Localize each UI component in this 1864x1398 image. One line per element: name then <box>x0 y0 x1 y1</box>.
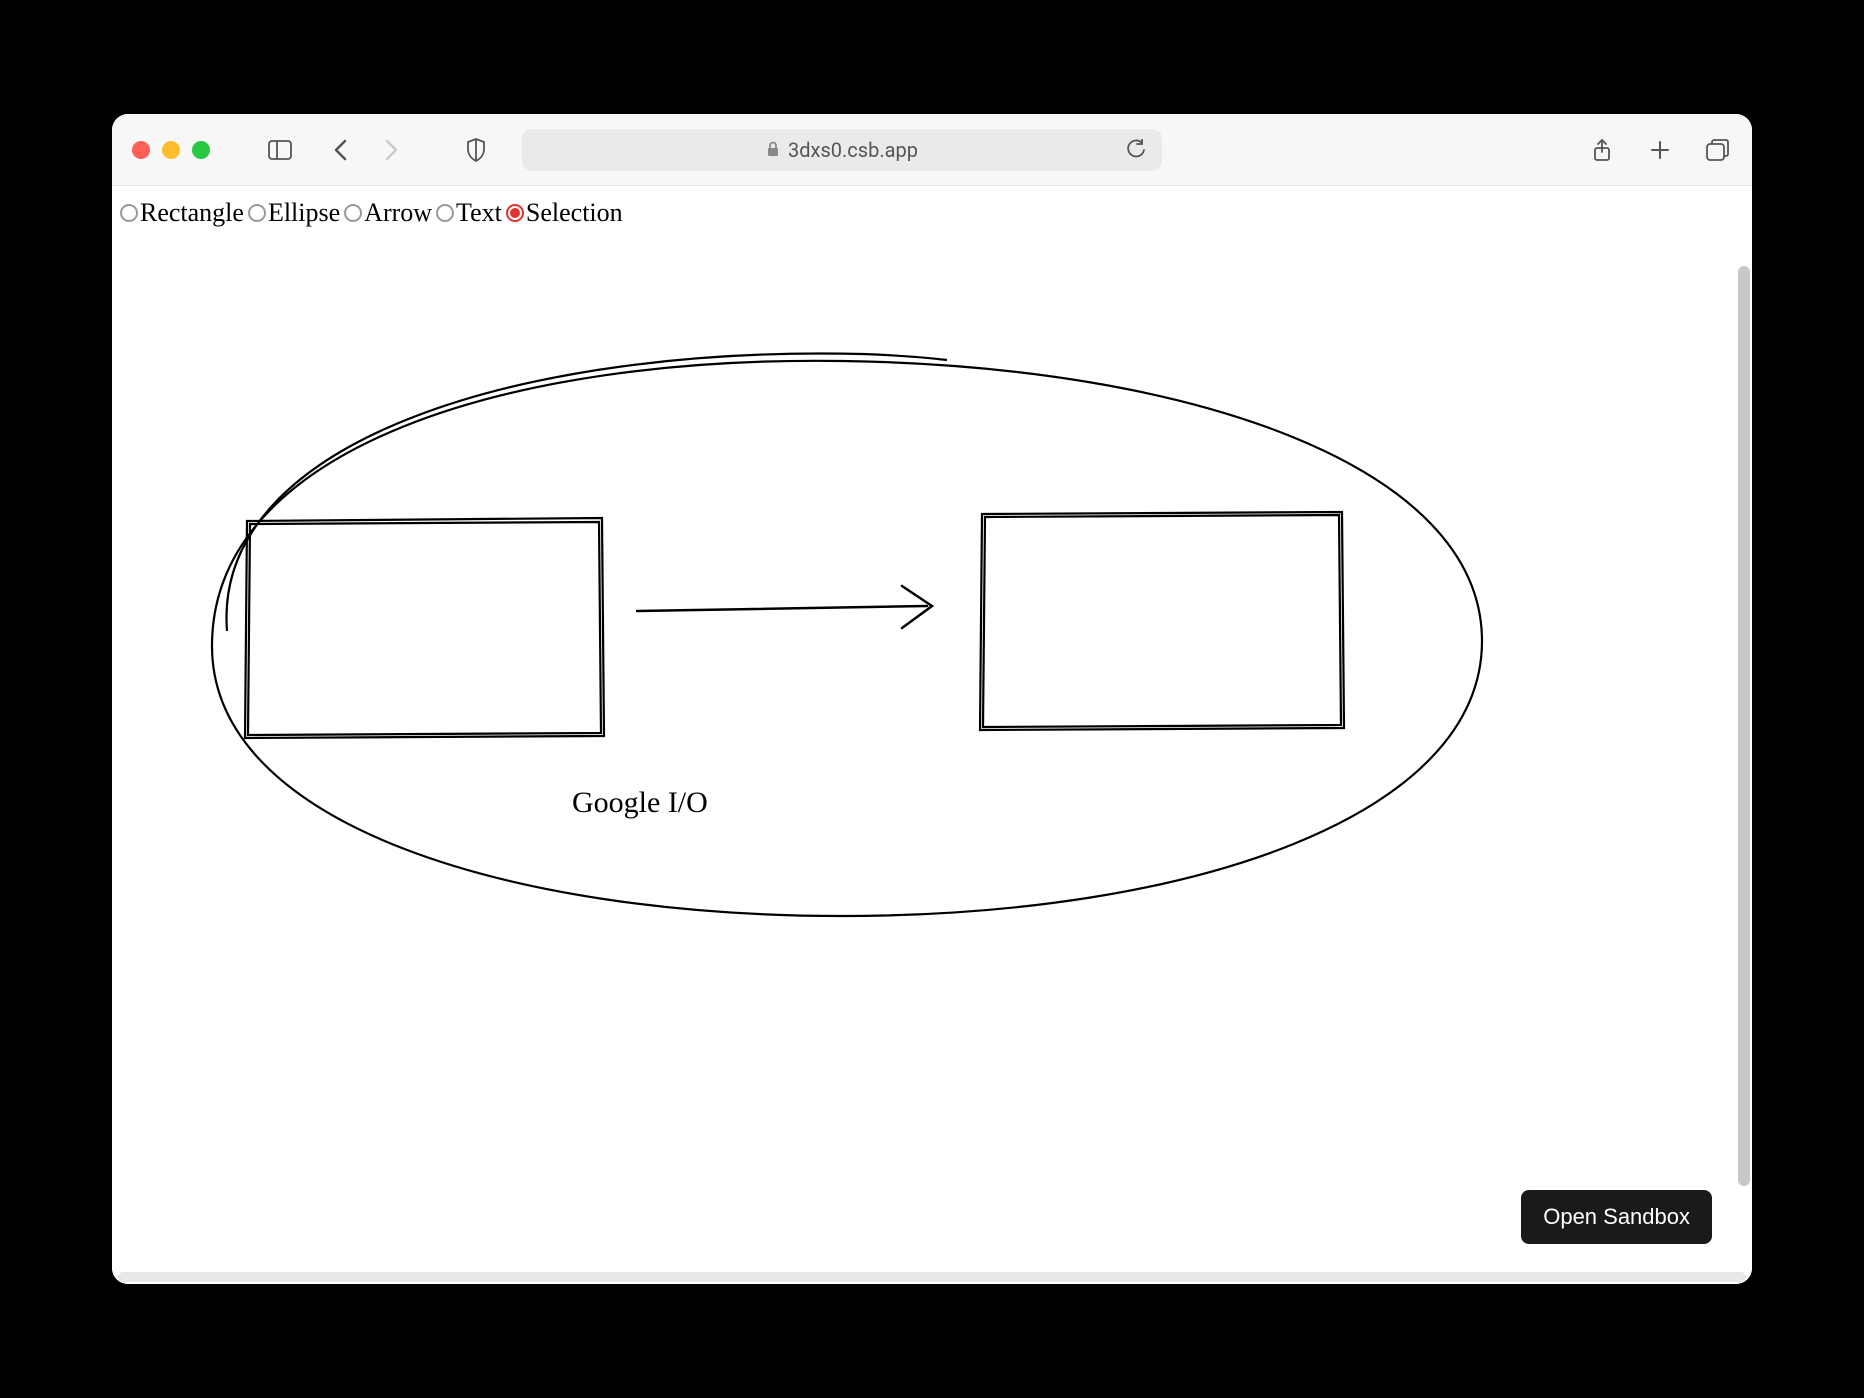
canvas-text[interactable]: Google I/O <box>572 786 708 820</box>
close-button[interactable] <box>132 141 150 159</box>
tool-label: Text <box>456 198 502 228</box>
address-bar[interactable]: 3dxs0.csb.app <box>522 129 1162 171</box>
radio-icon <box>506 204 524 222</box>
shape-rectangle-left[interactable] <box>245 518 604 738</box>
content-area: Rectangle Ellipse Arrow Text Selection <box>112 186 1752 1284</box>
maximize-button[interactable] <box>192 141 210 159</box>
tool-rectangle[interactable]: Rectangle <box>120 198 244 228</box>
tool-label: Ellipse <box>268 198 340 228</box>
reload-icon[interactable] <box>1122 136 1150 164</box>
tool-label: Rectangle <box>140 198 244 228</box>
radio-icon <box>120 204 138 222</box>
shape-arrow[interactable] <box>637 586 932 628</box>
scrollbar-horizontal[interactable] <box>118 1272 1746 1282</box>
lock-icon <box>766 138 780 162</box>
browser-window: 3dxs0.csb.app <box>112 114 1752 1284</box>
tool-toolbar: Rectangle Ellipse Arrow Text Selection <box>112 186 1752 240</box>
scrollbar-vertical[interactable] <box>1738 266 1750 1186</box>
drawing-canvas[interactable]: Google I/O <box>112 236 1752 1284</box>
share-icon[interactable] <box>1588 136 1616 164</box>
browser-toolbar: 3dxs0.csb.app <box>112 114 1752 186</box>
new-tab-icon[interactable] <box>1646 136 1674 164</box>
radio-icon <box>248 204 266 222</box>
radio-icon <box>344 204 362 222</box>
tabs-icon[interactable] <box>1704 136 1732 164</box>
tool-text[interactable]: Text <box>436 198 502 228</box>
tool-arrow[interactable]: Arrow <box>344 198 432 228</box>
tool-ellipse[interactable]: Ellipse <box>248 198 340 228</box>
back-icon[interactable] <box>326 136 354 164</box>
open-sandbox-button[interactable]: Open Sandbox <box>1521 1190 1712 1244</box>
radio-icon <box>436 204 454 222</box>
shape-rectangle-right[interactable] <box>980 512 1344 730</box>
traffic-lights <box>132 141 210 159</box>
forward-icon[interactable] <box>378 136 406 164</box>
address-text: 3dxs0.csb.app <box>788 138 918 162</box>
tool-label: Selection <box>526 198 623 228</box>
shape-ellipse[interactable] <box>212 354 1482 916</box>
sidebar-icon[interactable] <box>266 136 294 164</box>
tool-selection[interactable]: Selection <box>506 198 623 228</box>
canvas-svg <box>112 236 1752 1236</box>
shield-icon[interactable] <box>462 136 490 164</box>
tool-label: Arrow <box>364 198 432 228</box>
minimize-button[interactable] <box>162 141 180 159</box>
